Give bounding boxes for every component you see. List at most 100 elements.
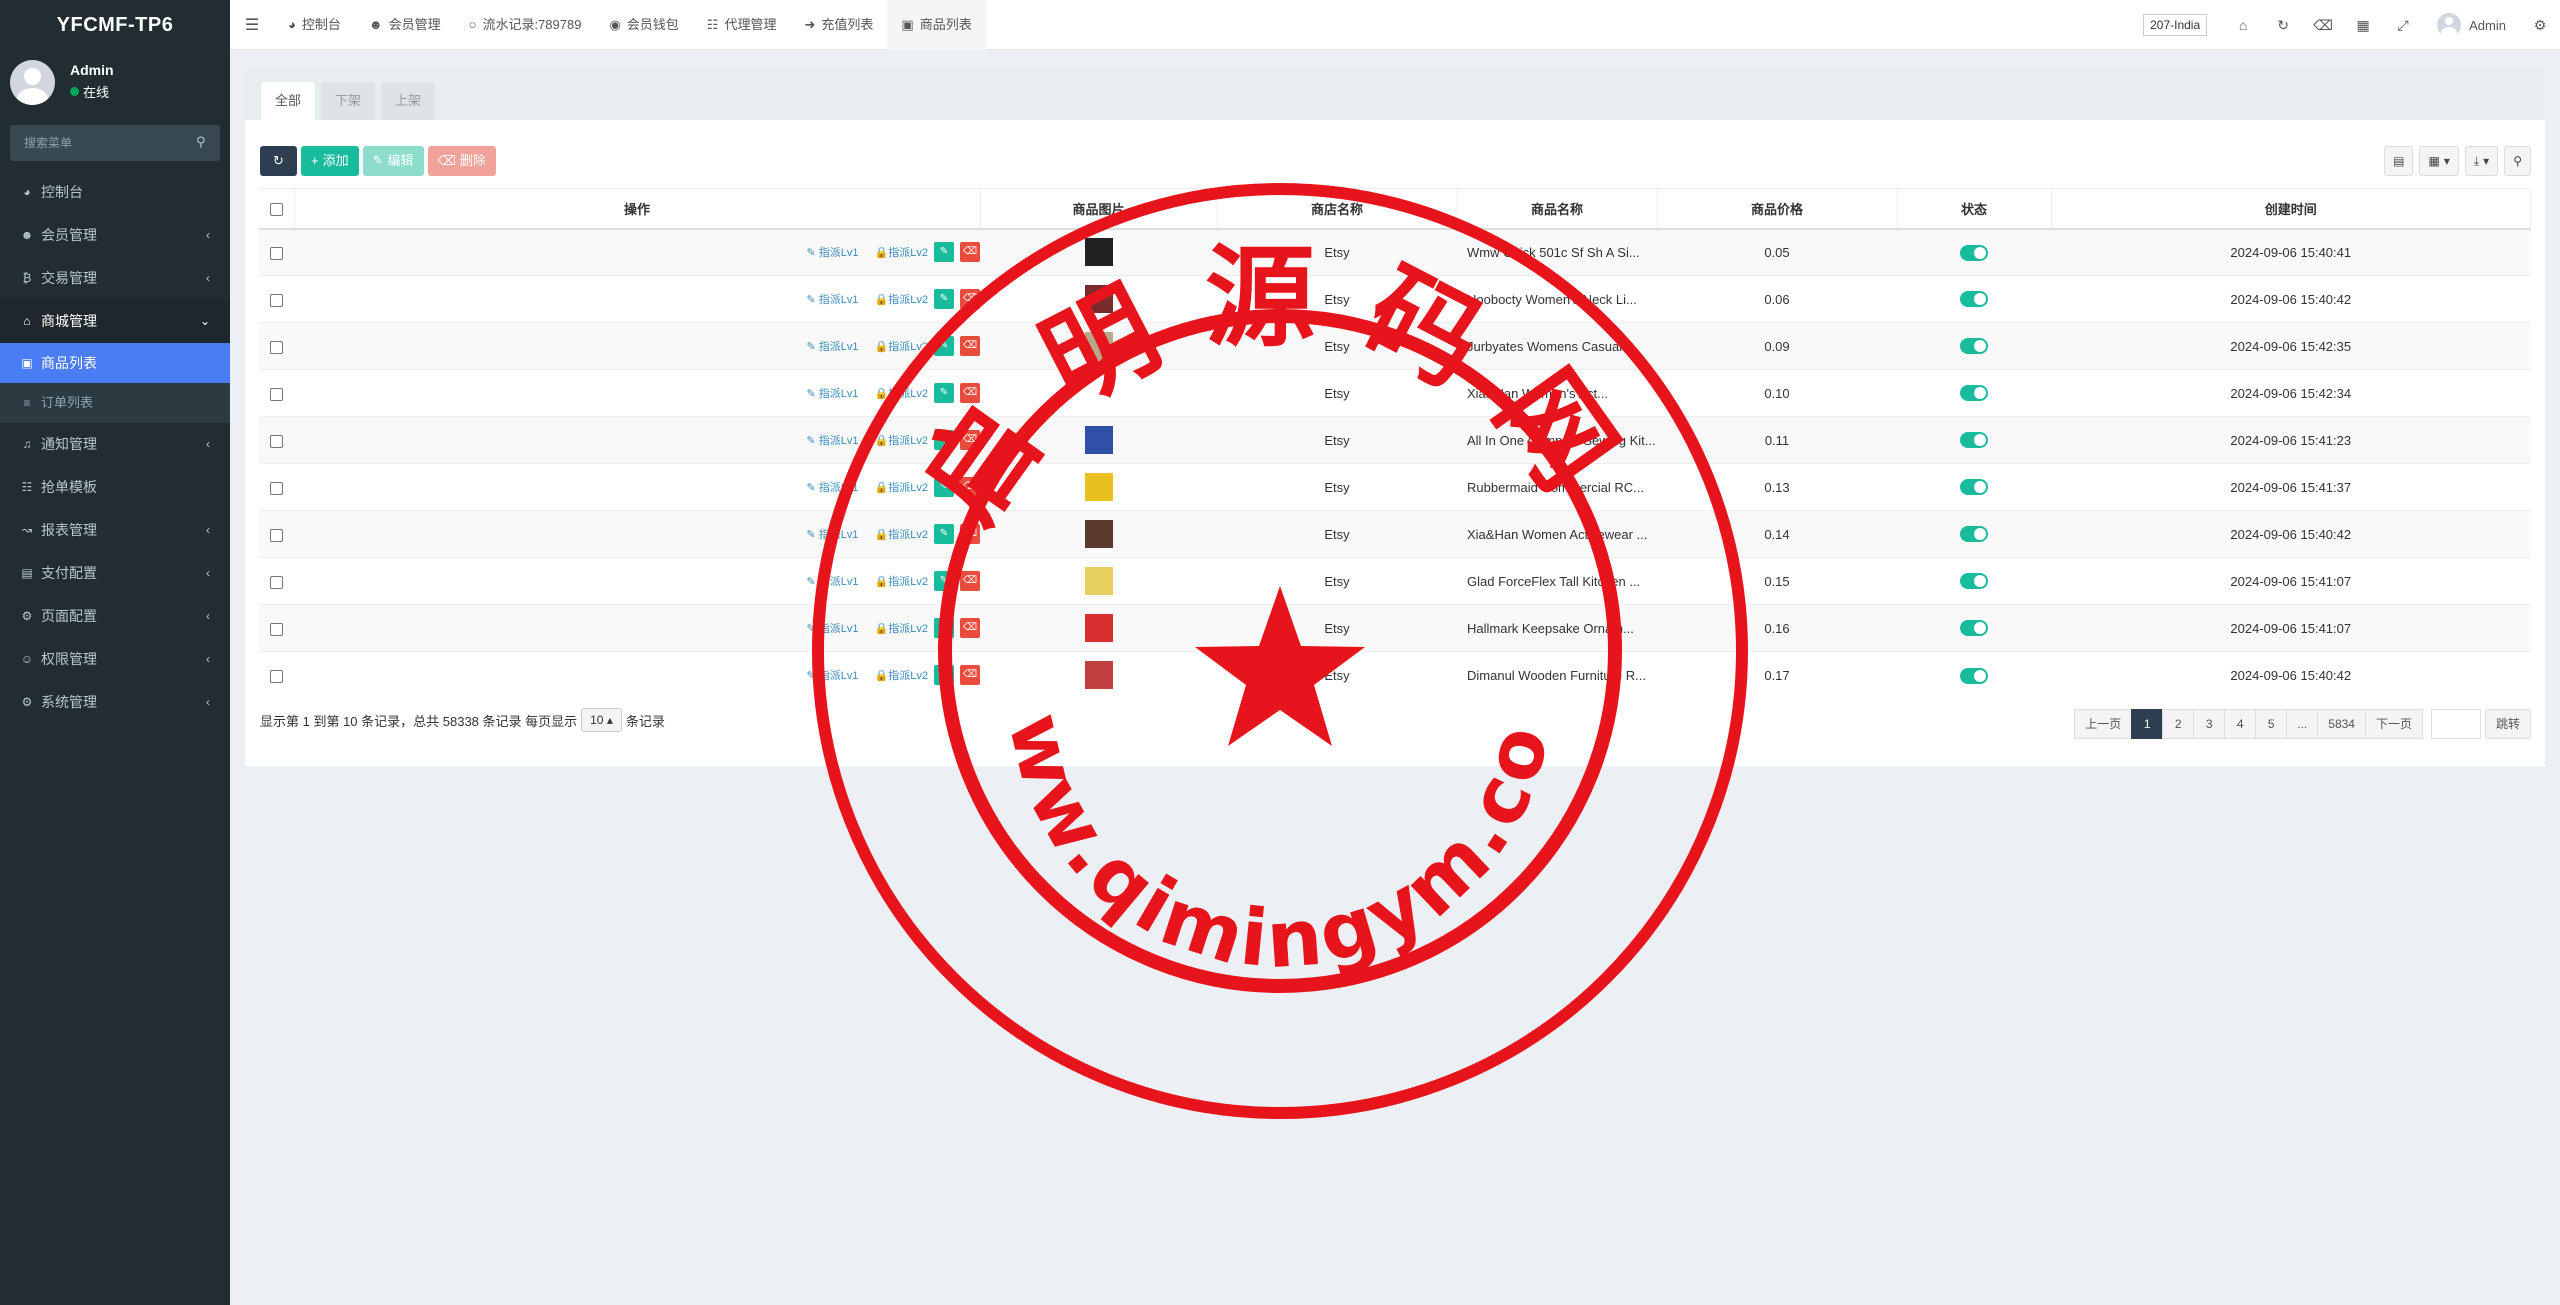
status-toggle[interactable] bbox=[1960, 291, 1988, 308]
status-toggle[interactable] bbox=[1960, 385, 1988, 402]
assign-lv2-link[interactable]: 🔒指派Lv2 bbox=[875, 620, 928, 636]
assign-lv2-link[interactable]: 🔒指派Lv2 bbox=[875, 244, 928, 260]
edit-row-button[interactable]: ✎ bbox=[934, 665, 954, 686]
delete-row-button[interactable]: ⌫ bbox=[960, 383, 980, 403]
assign-lv2-link[interactable]: 🔒指派Lv2 bbox=[875, 338, 928, 354]
assign-lv1-link[interactable]: ✎ 指派Lv1 bbox=[807, 479, 859, 495]
product-thumbnail[interactable] bbox=[1084, 661, 1113, 690]
sidebar-item-mall[interactable]: ⌂ 商城管理 ⌄ bbox=[0, 300, 230, 343]
edit-row-button[interactable]: ✎ bbox=[934, 571, 954, 591]
refresh-icon[interactable]: ↻ bbox=[2263, 17, 2303, 34]
edit-row-button[interactable]: ✎ bbox=[934, 383, 954, 403]
sidebar-item-reports[interactable]: ↝ 报表管理 ‹ bbox=[0, 509, 230, 552]
row-checkbox[interactable] bbox=[270, 340, 283, 354]
status-toggle[interactable] bbox=[1960, 244, 1988, 261]
product-thumbnail[interactable] bbox=[1084, 285, 1113, 313]
status-toggle[interactable] bbox=[1960, 479, 1988, 496]
sidebar-item-products[interactable]: ▣ 商品列表 bbox=[0, 343, 230, 383]
assign-lv2-link[interactable]: 🔒指派Lv2 bbox=[875, 667, 928, 683]
status-toggle[interactable] bbox=[1960, 620, 1988, 637]
delete-row-button[interactable]: ⌫ bbox=[960, 618, 980, 638]
edit-row-button[interactable]: ✎ bbox=[934, 618, 954, 638]
col-created[interactable]: 创建时间 bbox=[2051, 188, 2531, 230]
row-checkbox[interactable] bbox=[270, 528, 283, 542]
status-toggle[interactable] bbox=[1960, 338, 1988, 355]
jump-button[interactable]: 跳转 bbox=[2484, 709, 2531, 739]
sidebar-item-payment[interactable]: ▤ 支付配置 ‹ bbox=[0, 552, 230, 595]
menu-toggle-icon[interactable]: ☰ bbox=[230, 15, 274, 35]
page-button[interactable]: 4 bbox=[2224, 709, 2257, 739]
assign-lv1-link[interactable]: ✎ 指派Lv1 bbox=[807, 620, 859, 636]
nav-tab-recharge[interactable]: ➜ 充值列表 bbox=[790, 0, 887, 50]
edit-row-button[interactable]: ✎ bbox=[934, 336, 954, 356]
search-icon[interactable]: ⚲ bbox=[196, 135, 210, 149]
table-row[interactable]: ✎ 指派Lv1 🔒指派Lv2 ✎ ⌫ Etsy Hoobocty Women's Neck… bbox=[259, 275, 2531, 323]
product-thumbnail[interactable] bbox=[1084, 426, 1113, 454]
home-icon[interactable]: ⌂ bbox=[2223, 17, 2263, 33]
table-row[interactable]: ✎ 指派Lv1 🔒指派Lv2 ✎ ⌫ Etsy Wmw Chick 501c Sf Sh … bbox=[259, 228, 2531, 276]
assign-lv1-link[interactable]: ✎ 指派Lv1 bbox=[807, 432, 859, 448]
product-thumbnail[interactable] bbox=[1084, 238, 1113, 267]
delete-button[interactable]: ⌫ 删除 bbox=[427, 146, 496, 176]
edit-button[interactable]: ✎ 编辑 bbox=[362, 146, 424, 176]
product-thumbnail[interactable] bbox=[1084, 567, 1113, 595]
tab-all[interactable]: 全部 bbox=[261, 82, 316, 120]
row-checkbox[interactable] bbox=[270, 246, 283, 260]
sidebar-item-members[interactable]: ☻ 会员管理 ‹ bbox=[0, 214, 230, 257]
delete-row-button[interactable]: ⌫ bbox=[960, 571, 980, 591]
status-toggle[interactable] bbox=[1960, 432, 1988, 449]
table-row[interactable]: ✎ 指派Lv1 🔒指派Lv2 ✎ ⌫ Etsy All In One Compact Se… bbox=[259, 416, 2531, 464]
product-thumbnail[interactable] bbox=[1084, 520, 1113, 548]
sidebar-item-templates[interactable]: ☷ 抢单模板 bbox=[0, 466, 230, 509]
delete-row-button[interactable]: ⌫ bbox=[960, 430, 980, 450]
assign-lv2-link[interactable]: 🔒指派Lv2 bbox=[875, 479, 928, 495]
status-toggle[interactable] bbox=[1960, 667, 1988, 684]
table-row[interactable]: ✎ 指派Lv1 🔒指派Lv2 ✎ ⌫ Etsy Rubbermaid Commercial… bbox=[259, 463, 2531, 511]
status-toggle[interactable] bbox=[1960, 573, 1988, 590]
sidebar-item-notify[interactable]: ♫ 通知管理 ‹ bbox=[0, 423, 230, 466]
delete-row-button[interactable]: ⌫ bbox=[960, 289, 980, 309]
row-checkbox[interactable] bbox=[270, 481, 283, 495]
product-thumbnail[interactable] bbox=[1084, 614, 1113, 642]
row-checkbox[interactable] bbox=[270, 434, 283, 448]
sidebar-item-dashboard[interactable]: ◕ 控制台 bbox=[0, 171, 230, 214]
product-thumbnail[interactable] bbox=[1084, 473, 1113, 501]
export-button[interactable]: ⤓ ▾ bbox=[2464, 146, 2499, 176]
delete-row-button[interactable]: ⌫ bbox=[960, 477, 980, 497]
row-checkbox[interactable] bbox=[270, 669, 283, 683]
row-checkbox[interactable] bbox=[270, 293, 283, 307]
menu-search-input[interactable] bbox=[10, 125, 220, 161]
product-thumbnail[interactable] bbox=[1084, 332, 1113, 360]
page-button[interactable]: 5 bbox=[2255, 709, 2288, 739]
page-button[interactable]: 1 bbox=[2131, 709, 2164, 739]
tab-online[interactable]: 上架 bbox=[381, 82, 436, 120]
next-page-button[interactable]: 下一页 bbox=[2364, 709, 2423, 739]
fullscreen-icon[interactable]: ⤢ bbox=[2383, 17, 2423, 34]
refresh-button[interactable]: ↻ bbox=[260, 146, 297, 176]
sidebar-item-pages[interactable]: ⚙ 页面配置 ‹ bbox=[0, 595, 230, 638]
row-checkbox[interactable] bbox=[270, 387, 283, 401]
assign-lv1-link[interactable]: ✎ 指派Lv1 bbox=[807, 244, 859, 260]
assign-lv1-link[interactable]: ✎ 指派Lv1 bbox=[807, 291, 859, 307]
sidebar-item-orders[interactable]: ≡ 订单列表 bbox=[0, 383, 230, 423]
edit-row-button[interactable]: ✎ bbox=[934, 430, 954, 450]
trash-icon[interactable]: ⌫ bbox=[2303, 17, 2343, 34]
assign-lv2-link[interactable]: 🔒指派Lv2 bbox=[875, 573, 928, 589]
assign-lv2-link[interactable]: 🔒指派Lv2 bbox=[875, 432, 928, 448]
search-toggle-button[interactable]: ⚲ bbox=[2504, 146, 2531, 176]
product-thumbnail[interactable] bbox=[1084, 379, 1113, 407]
table-row[interactable]: ✎ 指派Lv1 🔒指派Lv2 ✎ ⌫ Etsy Xia&Han Women's Act..… bbox=[259, 369, 2531, 417]
nav-tab-products[interactable]: ▣ 商品列表 bbox=[887, 0, 986, 50]
settings-icon[interactable]: ⚙ bbox=[2520, 17, 2560, 34]
nav-tab-agents[interactable]: ☷ 代理管理 bbox=[693, 0, 791, 50]
assign-lv1-link[interactable]: ✎ 指派Lv1 bbox=[807, 338, 859, 354]
assign-lv1-link[interactable]: ✎ 指派Lv1 bbox=[807, 526, 859, 542]
nav-tab-members[interactable]: ☻ 会员管理 bbox=[355, 0, 455, 50]
page-button[interactable]: 3 bbox=[2193, 709, 2226, 739]
delete-row-button[interactable]: ⌫ bbox=[960, 242, 980, 263]
nav-tab-flow[interactable]: ○ 流水记录:789789 bbox=[455, 0, 596, 50]
delete-row-button[interactable]: ⌫ bbox=[960, 524, 980, 544]
delete-row-button[interactable]: ⌫ bbox=[960, 665, 980, 686]
translate-icon[interactable]: ▦ bbox=[2343, 17, 2383, 34]
delete-row-button[interactable]: ⌫ bbox=[960, 336, 980, 356]
